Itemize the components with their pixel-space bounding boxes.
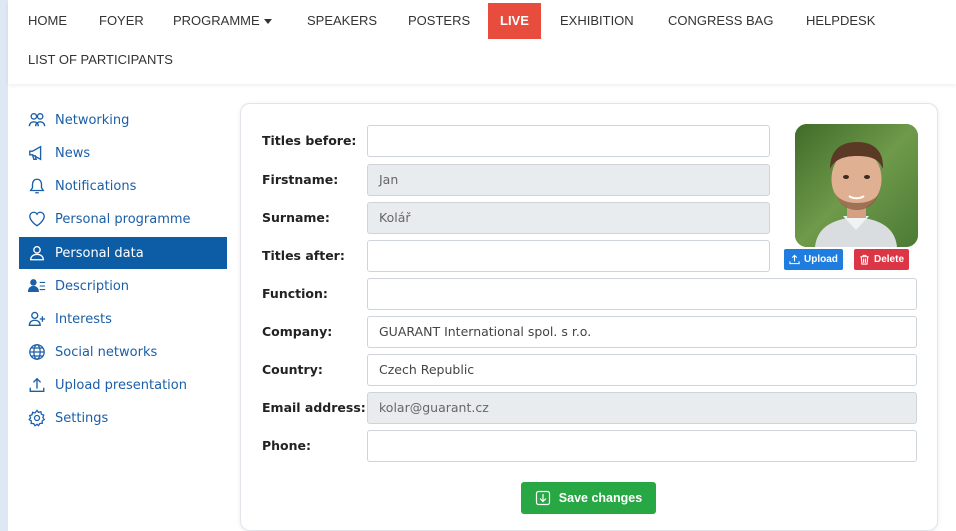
sidebar-item-label: Networking <box>55 112 130 128</box>
phone-label: Phone: <box>262 438 312 453</box>
sidebar-item-social-networks[interactable]: Social networks <box>19 336 227 368</box>
nav-home[interactable]: HOME <box>28 3 67 39</box>
surname-field: Kolář <box>367 202 770 234</box>
page: HOME FOYER PROGRAMME SPEAKERS POSTERS LI… <box>8 0 956 531</box>
phone-input[interactable] <box>367 430 917 462</box>
networking-icon <box>27 110 47 130</box>
sidebar-item-label: Interests <box>55 311 112 327</box>
gear-icon <box>27 408 47 428</box>
country-input[interactable]: Czech Republic <box>367 354 917 386</box>
sidebar-item-personal-programme[interactable]: Personal programme <box>19 203 227 235</box>
delete-label: Delete <box>874 254 905 265</box>
sidebar-item-networking[interactable]: Networking <box>19 104 227 136</box>
surname-label: Surname: <box>262 210 330 225</box>
company-input[interactable]: GUARANT International spol. s r.o. <box>367 316 917 348</box>
nav-live[interactable]: LIVE <box>488 3 541 39</box>
personal-data-card: Titles before: Firstname: Jan Surname: K… <box>240 103 938 531</box>
nav-foyer[interactable]: FOYER <box>99 3 144 39</box>
sidebar-item-settings[interactable]: Settings <box>19 402 227 434</box>
titles-after-label: Titles after: <box>262 248 345 263</box>
sidebar-item-label: Settings <box>55 410 109 426</box>
globe-icon <box>27 342 47 362</box>
sidebar-item-upload-presentation[interactable]: Upload presentation <box>19 369 227 401</box>
titles-before-input[interactable] <box>367 125 770 157</box>
sidebar-item-label: Description <box>55 278 130 294</box>
user-list-icon <box>27 276 47 296</box>
sidebar-item-personal-data[interactable]: Personal data <box>19 237 227 269</box>
save-changes-label: Save changes <box>558 491 643 505</box>
upload-icon <box>789 254 800 265</box>
nav-helpdesk[interactable]: HELPDESK <box>806 3 875 39</box>
upload-icon <box>27 375 47 395</box>
upload-label: Upload <box>804 254 838 265</box>
nav-programme-label: PROGRAMME <box>173 13 260 28</box>
nav-speakers[interactable]: SPEAKERS <box>307 3 377 39</box>
firstname-label: Firstname: <box>262 172 339 187</box>
save-changes-button[interactable]: Save changes <box>521 482 656 514</box>
sidebar-item-label: Upload presentation <box>55 377 187 393</box>
caret-down-icon <box>263 19 272 25</box>
titles-before-label: Titles before: <box>262 133 357 148</box>
user-plus-icon <box>27 309 47 329</box>
firstname-field: Jan <box>367 164 770 196</box>
function-input[interactable] <box>367 278 917 310</box>
user-icon <box>27 243 47 263</box>
top-navigation: HOME FOYER PROGRAMME SPEAKERS POSTERS LI… <box>8 0 956 84</box>
nav-exhibition[interactable]: EXHIBITION <box>560 3 634 39</box>
nav-congress-bag[interactable]: CONGRESS BAG <box>668 3 773 39</box>
function-label: Function: <box>262 286 328 301</box>
heart-icon <box>27 209 47 229</box>
bell-icon <box>27 176 47 196</box>
nav-list-of-participants[interactable]: LIST OF PARTICIPANTS <box>28 42 173 78</box>
sidebar-item-label: Notifications <box>55 178 137 194</box>
sidebar-item-label: Personal programme <box>55 211 191 227</box>
sidebar-item-news[interactable]: News <box>19 137 227 169</box>
avatar <box>795 124 918 247</box>
sidebar-item-label: Personal data <box>55 245 144 261</box>
email-field: kolar@guarant.cz <box>367 392 917 424</box>
titles-after-input[interactable] <box>367 240 770 272</box>
sidebar-item-notifications[interactable]: Notifications <box>19 170 227 202</box>
avatar-portrait-image <box>795 124 918 247</box>
company-label: Company: <box>262 324 333 339</box>
delete-photo-button[interactable]: Delete <box>854 249 910 270</box>
trash-icon <box>860 254 869 265</box>
download-box-icon <box>535 490 550 506</box>
sidebar-item-description[interactable]: Description <box>19 270 227 302</box>
upload-photo-button[interactable]: Upload <box>784 249 843 270</box>
sidebar-item-label: News <box>55 145 91 161</box>
sidebar-item-label: Social networks <box>55 344 158 360</box>
megaphone-icon <box>27 143 47 163</box>
email-label: Email address: <box>262 400 366 415</box>
sidebar-item-interests[interactable]: Interests <box>19 303 227 335</box>
nav-posters[interactable]: POSTERS <box>408 3 470 39</box>
nav-programme[interactable]: PROGRAMME <box>173 3 272 39</box>
country-label: Country: <box>262 362 323 377</box>
